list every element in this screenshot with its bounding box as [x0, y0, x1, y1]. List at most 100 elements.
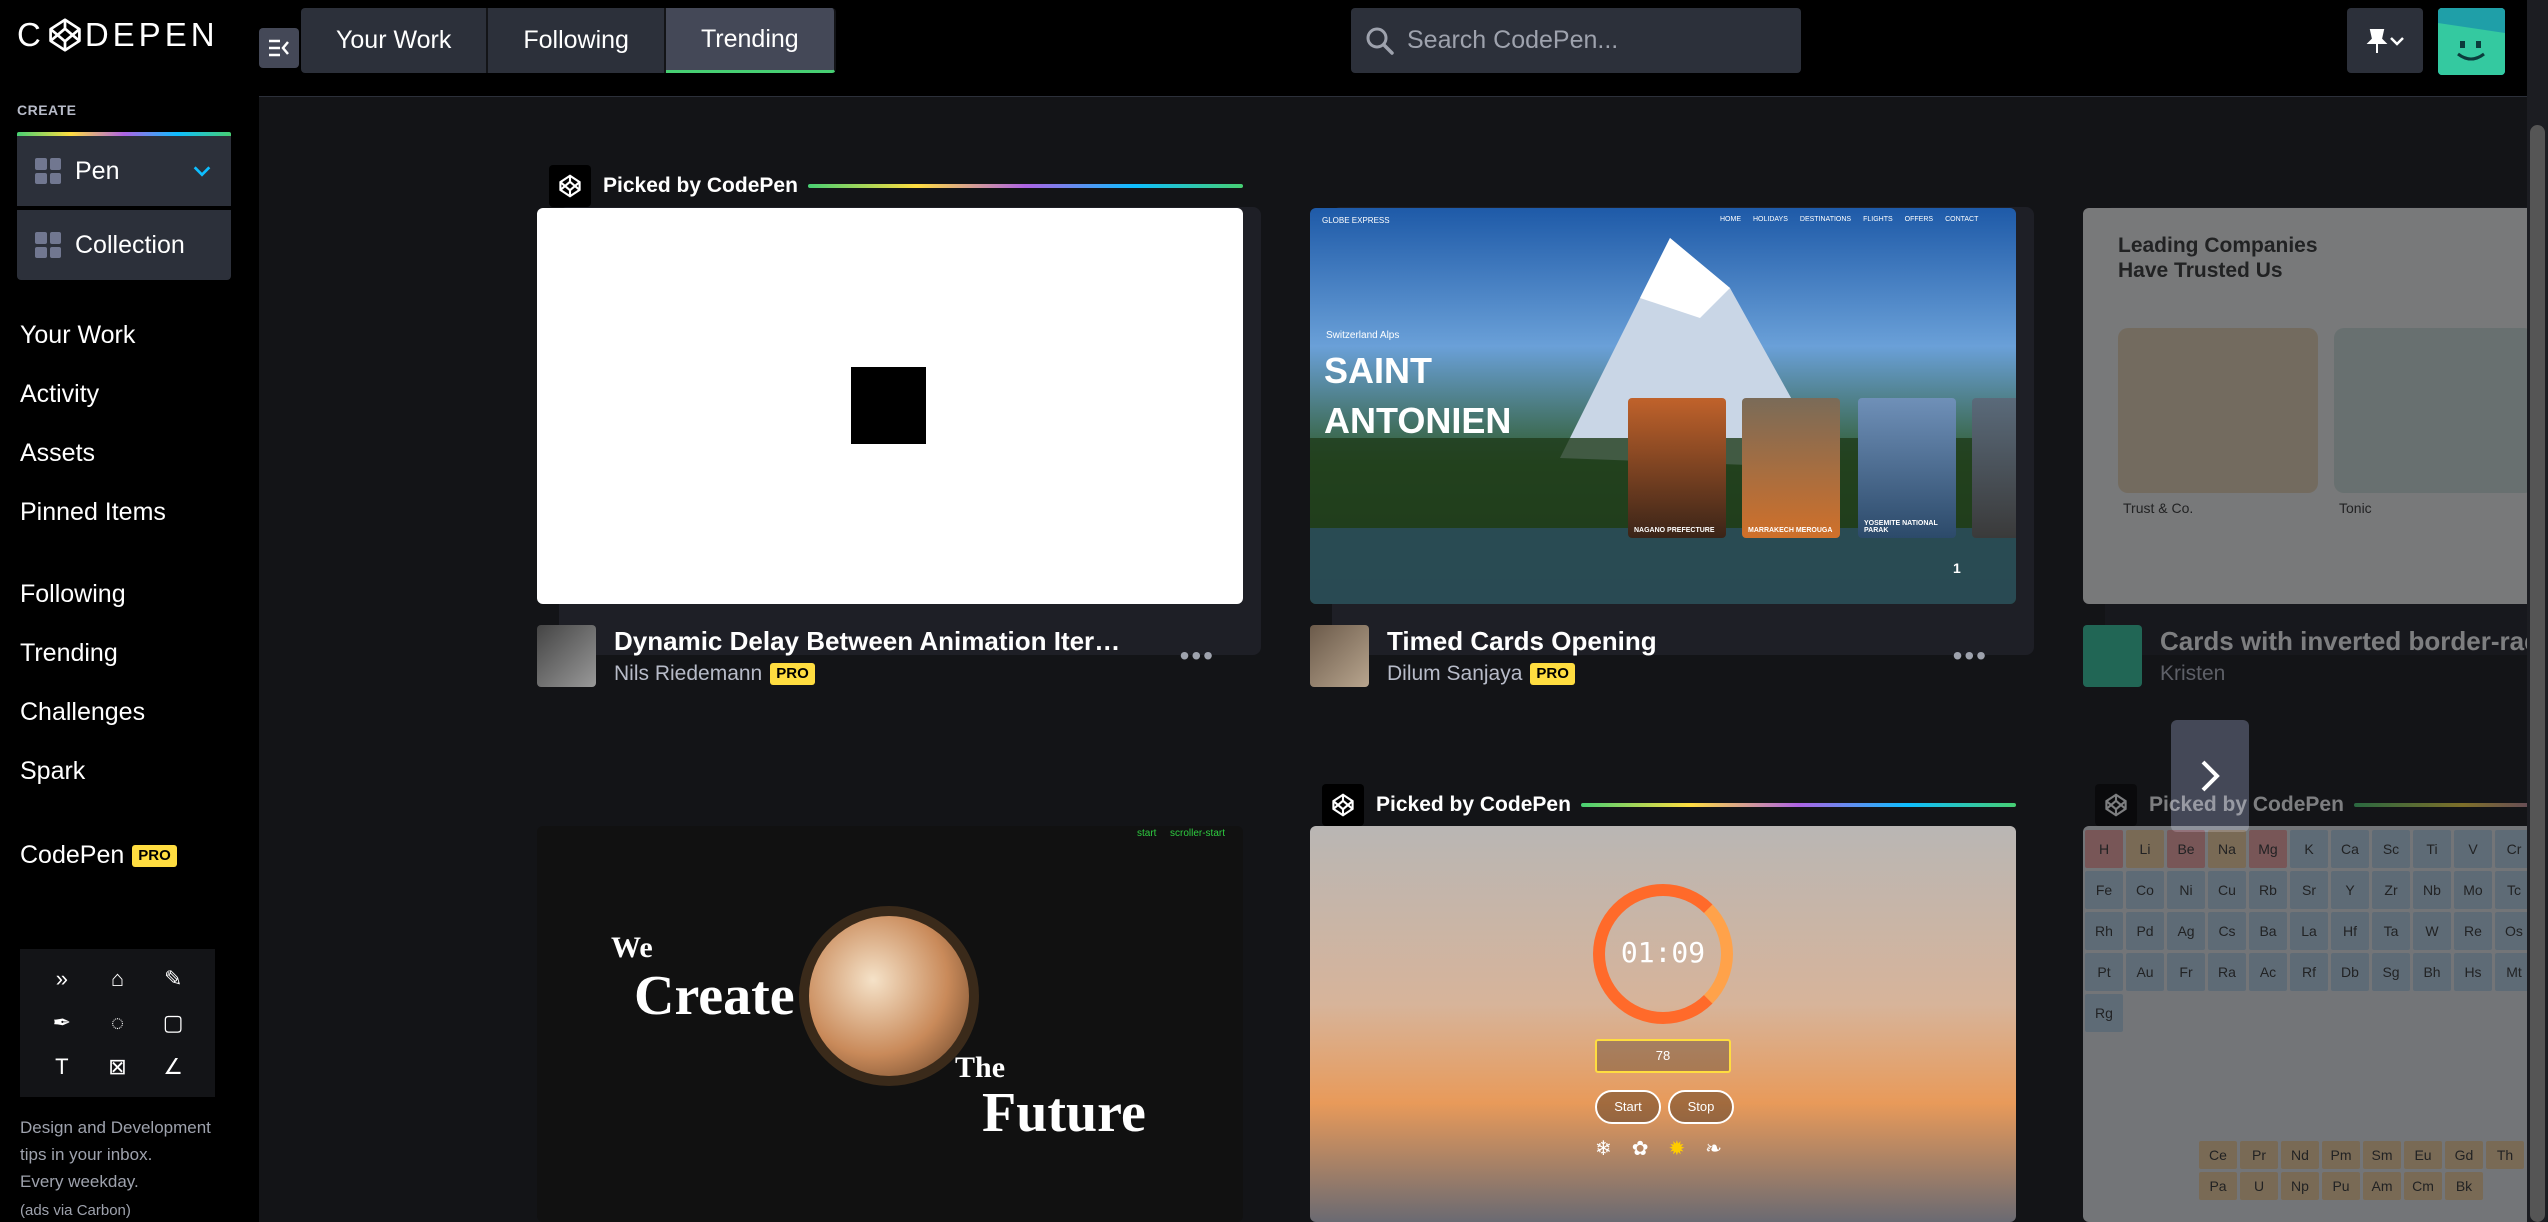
mini-card-2[interactable]: MARRAKECH MEROUGA [1742, 398, 1840, 538]
element-cell: Bh [2413, 953, 2451, 991]
page-scrollbar[interactable] [2527, 0, 2548, 1222]
element-cell: K [2290, 830, 2328, 868]
pen-title[interactable]: Dynamic Delay Between Animation Iterati.… [614, 626, 1134, 657]
lanthanide-cell: Am [2363, 1172, 2401, 1200]
element-cell: Y [2331, 871, 2369, 909]
lanthanide-cell: U [2240, 1172, 2278, 1200]
more-options-icon[interactable]: ••• [1953, 640, 1988, 672]
sidebar-item-pinned-items[interactable]: Pinned Items [0, 483, 259, 542]
search-icon [1366, 27, 1394, 55]
lanthanide-cell: Sm [2363, 1141, 2401, 1169]
ad-line-1: Design and Development [20, 1118, 211, 1137]
pen-card-4: start scroller-start We Create The Futur… [537, 790, 1257, 1222]
scroll-debug-start: start [1137, 828, 1157, 839]
sprout-icon[interactable]: ✿ [1632, 1136, 1649, 1161]
search-input[interactable] [1407, 26, 1787, 55]
snowflake-icon[interactable]: ❄ [1595, 1136, 1612, 1161]
timer-stop-button[interactable]: Stop [1668, 1090, 1734, 1124]
sidebar-pro: CodePen PRO [0, 826, 259, 885]
pinned-items-button[interactable] [2347, 8, 2423, 73]
element-cell: W [2413, 912, 2451, 950]
pen-preview-6[interactable]: HLiBeNaMgKCaScTiVCrMnFeCoNiCuRbSrYZrNbMo… [2083, 826, 2548, 1222]
tab-trending[interactable]: Trending [665, 8, 836, 73]
future-text: Future [982, 1082, 1146, 1144]
more-options-icon[interactable]: ••• [1180, 640, 1215, 672]
timer-start-button[interactable]: Start [1595, 1090, 1661, 1124]
lanthanide-cell: Bk [2445, 1172, 2483, 1200]
pen-card-1: Picked by CodePen Dynamic Delay Between … [537, 165, 1261, 765]
pen-card-2: GLOBE EXPRESS HOME HOLIDAYS DESTINATIONS… [1310, 165, 2034, 765]
create-pen-button[interactable]: Pen [17, 136, 231, 206]
pen-title[interactable]: Cards with inverted border-radi [2160, 626, 2548, 657]
preview2-nav-destinations: DESTINATIONS [1799, 216, 1852, 223]
picked-label: Picked by CodePen [603, 174, 798, 197]
mini-card-3[interactable]: YOSEMITE NATIONAL PARAK [1858, 398, 1956, 538]
pen-preview-1[interactable] [537, 208, 1243, 604]
search-bar[interactable] [1351, 8, 1801, 73]
pen-author[interactable]: Nils Riedemann [614, 662, 762, 685]
sidebar-nav-primary: Your Work Activity Assets Pinned Items [0, 306, 259, 542]
element-cell: Ni [2167, 871, 2205, 909]
sidebar-item-challenges[interactable]: Challenges [0, 683, 259, 742]
codepen-badge-icon [2095, 784, 2137, 826]
frame-icon: ⊠ [108, 1054, 127, 1079]
sidebar-item-spark[interactable]: Spark [0, 742, 259, 801]
preview2-nav-contact: CONTACT [1945, 216, 1979, 223]
picked-rainbow-line [1580, 803, 2016, 807]
element-cell: Ac [2249, 953, 2287, 991]
sidebar-item-activity[interactable]: Activity [0, 365, 259, 424]
sun-icon[interactable]: ✹ [1669, 1136, 1686, 1161]
chevron-down-icon[interactable] [191, 160, 213, 182]
sidebar-item-assets[interactable]: Assets [0, 424, 259, 483]
element-cell: Be [2167, 830, 2205, 868]
sidebar-item-codepen-pro[interactable]: CodePen PRO [0, 826, 259, 885]
preview3-heading: Leading Companies Have Trusted Us [2118, 233, 2318, 283]
tab-following[interactable]: Following [488, 8, 666, 73]
create-collection-label: Collection [75, 230, 185, 259]
pen-card-5: Picked by CodePen 01:09 78 Start Stop ❄ … [1310, 784, 2030, 1222]
picked-label: Picked by CodePen [2149, 793, 2344, 816]
top-bar: Your Work Following Trending [259, 0, 2548, 97]
avatar-face-icon [2438, 8, 2505, 75]
pen-preview-5[interactable]: 01:09 78 Start Stop ❄ ✿ ✹ ❧ [1310, 826, 2016, 1222]
pen-preview-2[interactable]: GLOBE EXPRESS HOME HOLIDAYS DESTINATIONS… [1310, 208, 2016, 604]
carbon-ad-image[interactable]: » ⌂ ✎ ✒ ◌ ▢ T ⊠ ∠ [20, 949, 215, 1097]
author-avatar[interactable] [537, 625, 596, 687]
lanthanide-cell: Pa [2199, 1172, 2237, 1200]
lanthanide-cell: Eu [2404, 1141, 2442, 1169]
sidebar-item-trending[interactable]: Trending [0, 624, 259, 683]
preview2-nav: HOME HOLIDAYS DESTINATIONS FLIGHTS OFFER… [1720, 216, 1978, 223]
leaf-icon[interactable]: ❧ [1705, 1136, 1722, 1161]
pro-badge: PRO [132, 845, 177, 868]
mini-card-4[interactable] [1972, 398, 2016, 538]
pen-author[interactable]: Kristen [2160, 662, 2225, 685]
author-avatar[interactable] [1310, 625, 1369, 687]
pen-title[interactable]: Timed Cards Opening [1387, 626, 1907, 657]
ad-via-label[interactable]: (ads via Carbon) [20, 1202, 131, 1219]
sidebar-item-following[interactable]: Following [0, 565, 259, 624]
element-cell: Na [2208, 830, 2246, 868]
pen-preview-3[interactable]: Leading Companies Have Trusted Us Trust … [2083, 208, 2548, 604]
pen-preview-4[interactable]: start scroller-start We Create The Futur… [537, 826, 1243, 1222]
lanthanide-cell: Np [2281, 1172, 2319, 1200]
element-cell: Rh [2085, 912, 2123, 950]
scrollbar-thumb[interactable] [2530, 125, 2545, 1222]
create-collection-button[interactable]: Collection [17, 210, 231, 280]
element-cell: Db [2331, 953, 2369, 991]
create-menu: Pen Collection [17, 132, 231, 280]
mini-card-1[interactable]: NAGANO PREFECTURE [1628, 398, 1726, 538]
picked-by-codepen: Picked by CodePen [549, 165, 1243, 207]
lanthanide-cell: Pm [2322, 1141, 2360, 1169]
pin-icon [2366, 28, 2404, 53]
lanthanide-cell: Ce [2199, 1141, 2237, 1169]
codepen-logo[interactable]: C DEPEN [17, 14, 219, 56]
timer-input[interactable]: 78 [1595, 1039, 1731, 1073]
pen-author[interactable]: Dilum Sanjaya [1387, 662, 1522, 685]
carbon-ad-text[interactable]: Design and Development tips in your inbo… [20, 1114, 250, 1195]
porthole-image [799, 906, 979, 1086]
tab-your-work[interactable]: Your Work [301, 8, 489, 73]
author-avatar[interactable] [2083, 625, 2142, 687]
pen-nib-icon: ✒ [52, 1010, 72, 1035]
user-avatar[interactable] [2438, 8, 2505, 75]
sidebar-item-your-work[interactable]: Your Work [0, 306, 259, 365]
